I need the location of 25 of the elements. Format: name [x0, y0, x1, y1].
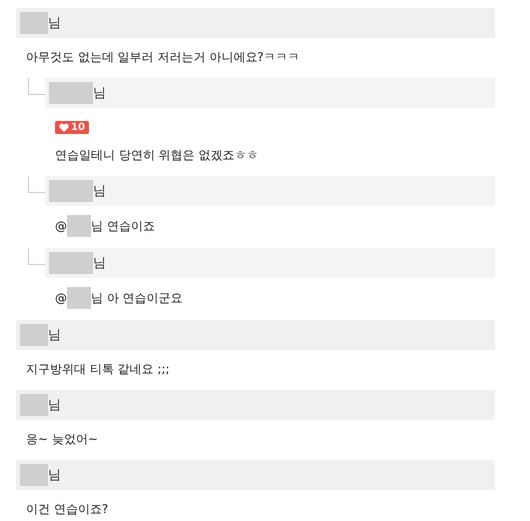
author-suffix: 님 [48, 397, 61, 414]
comment-text: 아무것도 없는데 일부러 저러는거 아니에요?ㅋㅋㅋ [26, 49, 301, 66]
author-suffix: 님 [93, 85, 106, 102]
author-suffix: 님 [48, 15, 61, 32]
redacted-name [67, 287, 91, 309]
redacted-name [20, 464, 48, 486]
redacted-name [20, 394, 48, 416]
reply-text: 연습일테니 당연히 위협은 없겠죠ㅎㅎ [55, 147, 260, 164]
reply-text: @ 님 연습이죠 [55, 215, 485, 237]
author-suffix: 님 [48, 467, 61, 484]
comment-text: 이건 연습이죠? [26, 501, 110, 518]
comment-text: 지구방위대 티톡 같네요 ;;; [26, 361, 171, 378]
redacted-name [67, 215, 91, 237]
redacted-name [20, 324, 48, 346]
redacted-name [49, 82, 93, 104]
likes-badge: 10 [55, 121, 89, 134]
author-suffix: 님 [48, 327, 61, 344]
author-suffix: 님 [93, 183, 106, 200]
redacted-name [20, 12, 48, 34]
author-suffix: 님 [93, 255, 106, 272]
heart-icon [59, 123, 69, 132]
redacted-name [49, 180, 93, 202]
comment-text: 응~ 늦었어~ [26, 431, 99, 448]
redacted-name [49, 252, 93, 274]
reply-text: @ 님 아 연습이군요 [55, 287, 485, 309]
